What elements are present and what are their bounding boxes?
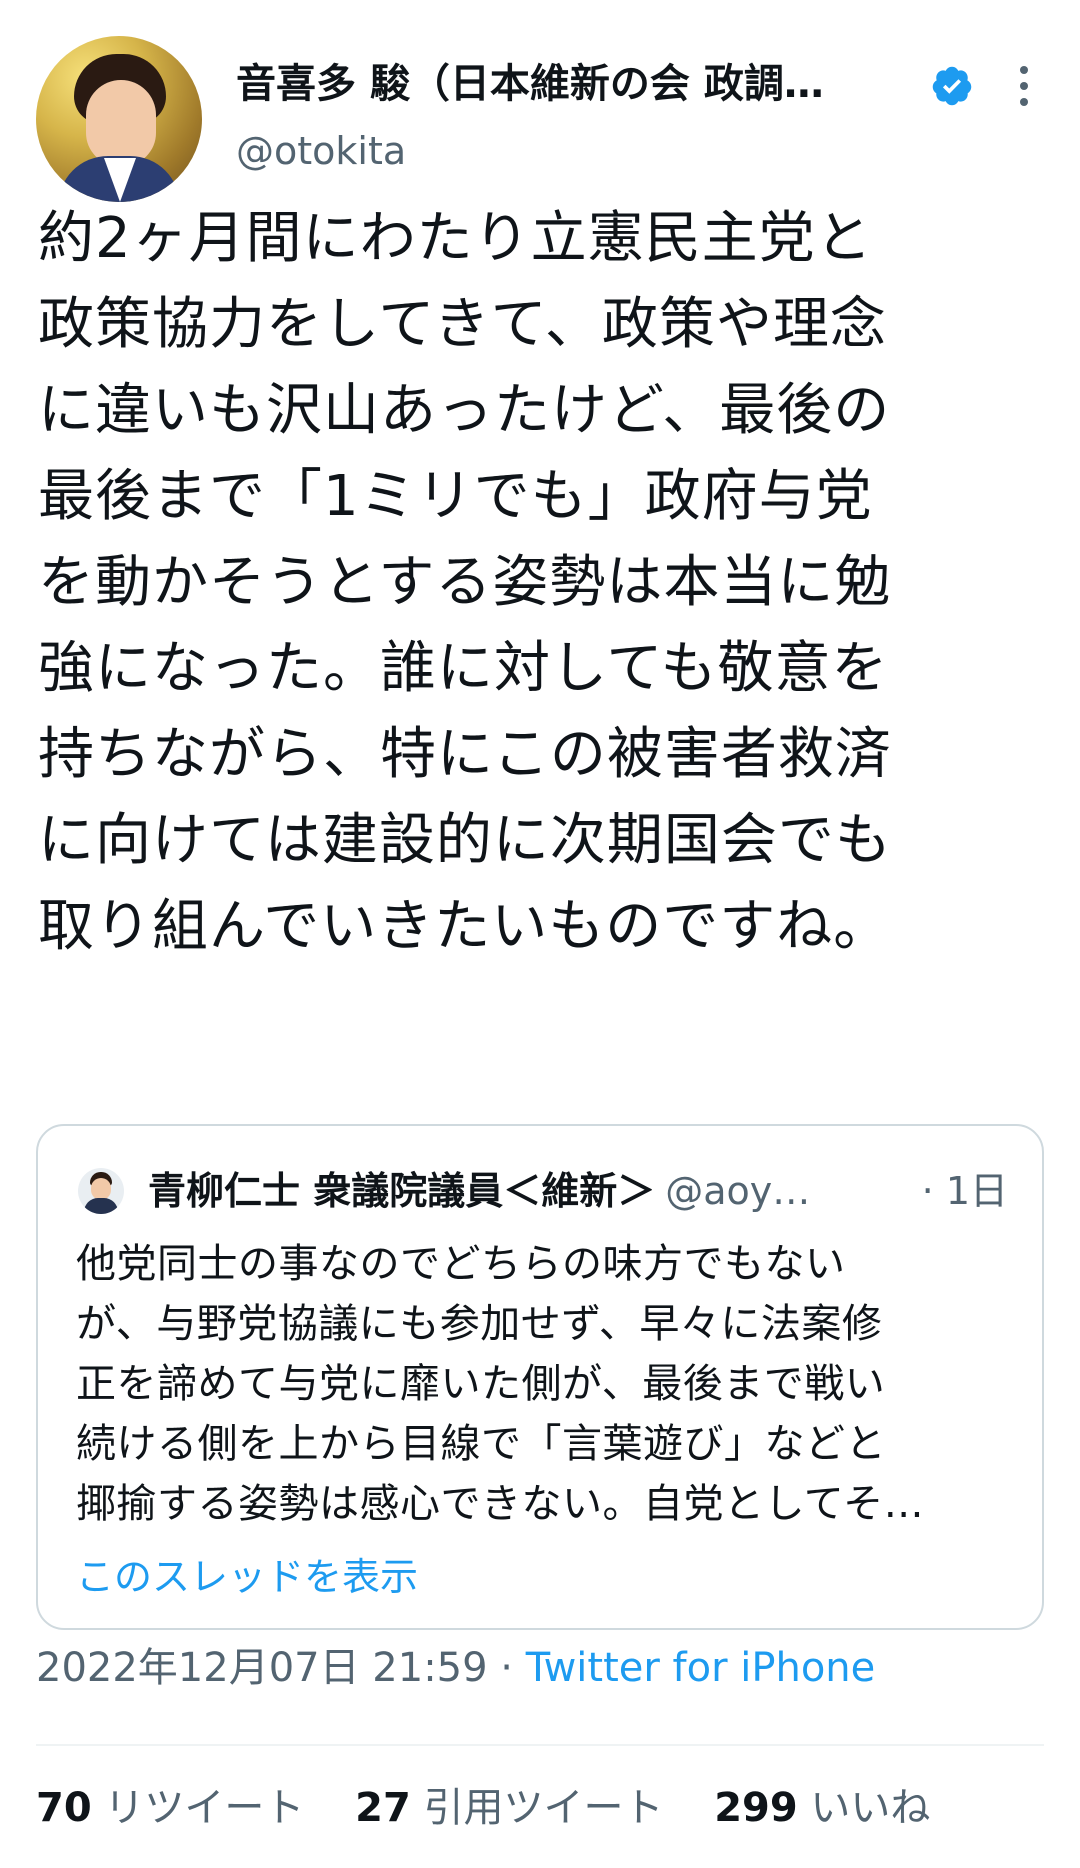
- quoted-tweet-time: · 1日: [913, 1164, 1008, 1218]
- verified-badge-icon: [930, 64, 974, 108]
- more-vertical-icon[interactable]: [1008, 62, 1040, 110]
- author-display-name[interactable]: 音喜多 駿（日本維新の会 政調…: [236, 56, 926, 112]
- quoted-author-handle: @aoy…: [665, 1169, 811, 1213]
- likes-stat[interactable]: 299 いいね: [714, 1785, 930, 1831]
- quoted-author-name: 青柳仁士 衆議院議員＜維新＞: [148, 1169, 656, 1213]
- show-thread-link[interactable]: このスレッドを表示: [76, 1550, 418, 1604]
- engagement-stats: 70 リツイート 27 引用ツイート 299 いいね: [36, 1780, 968, 1836]
- tweet-meta: 2022年12月07日 21:59 · Twitter for iPhone: [36, 1640, 875, 1696]
- divider: [36, 1744, 1044, 1746]
- user-avatar[interactable]: [36, 36, 202, 202]
- quotes-count: 27: [355, 1785, 411, 1831]
- retweets-count: 70: [36, 1785, 92, 1831]
- author-handle[interactable]: @otokita: [236, 124, 406, 178]
- tweet-text: 約2ヶ月間にわたり立憲民主党と 政策協力をしてきて、政策や理念 に違いも沢山あっ…: [38, 206, 892, 959]
- quoted-tweet-card[interactable]: 青柳仁士 衆議院議員＜維新＞ @aoy… · 1日 他党同士の事なのでどちらの味方…: [36, 1124, 1044, 1630]
- retweets-stat[interactable]: 70 リツイート: [36, 1785, 304, 1831]
- likes-count: 299: [714, 1785, 798, 1831]
- likes-label: いいね: [797, 1785, 931, 1831]
- retweets-label: リツイート: [91, 1785, 305, 1831]
- quote-tweets-stat[interactable]: 27 引用ツイート: [355, 1785, 663, 1831]
- avatar-face: [86, 80, 156, 166]
- quoted-user-avatar: [78, 1168, 124, 1214]
- tweet-source-link[interactable]: Twitter for iPhone: [526, 1645, 876, 1691]
- meta-separator: ·: [487, 1645, 526, 1691]
- quoted-tweet-text: 他党同士の事なのでどちらの味方でもない が、与野党協議にも参加せず、早々に法案修…: [76, 1241, 925, 1527]
- quotes-label: 引用ツイート: [410, 1785, 664, 1831]
- tweet-detail: 音喜多 駿（日本維新の会 政調… @otokita 約2ヶ月間にわたり立憲民主党…: [0, 0, 1080, 1868]
- quoted-tweet-header: 青柳仁士 衆議院議員＜維新＞ @aoy… · 1日: [148, 1164, 1008, 1218]
- tweet-datetime[interactable]: 2022年12月07日 21:59: [36, 1645, 488, 1691]
